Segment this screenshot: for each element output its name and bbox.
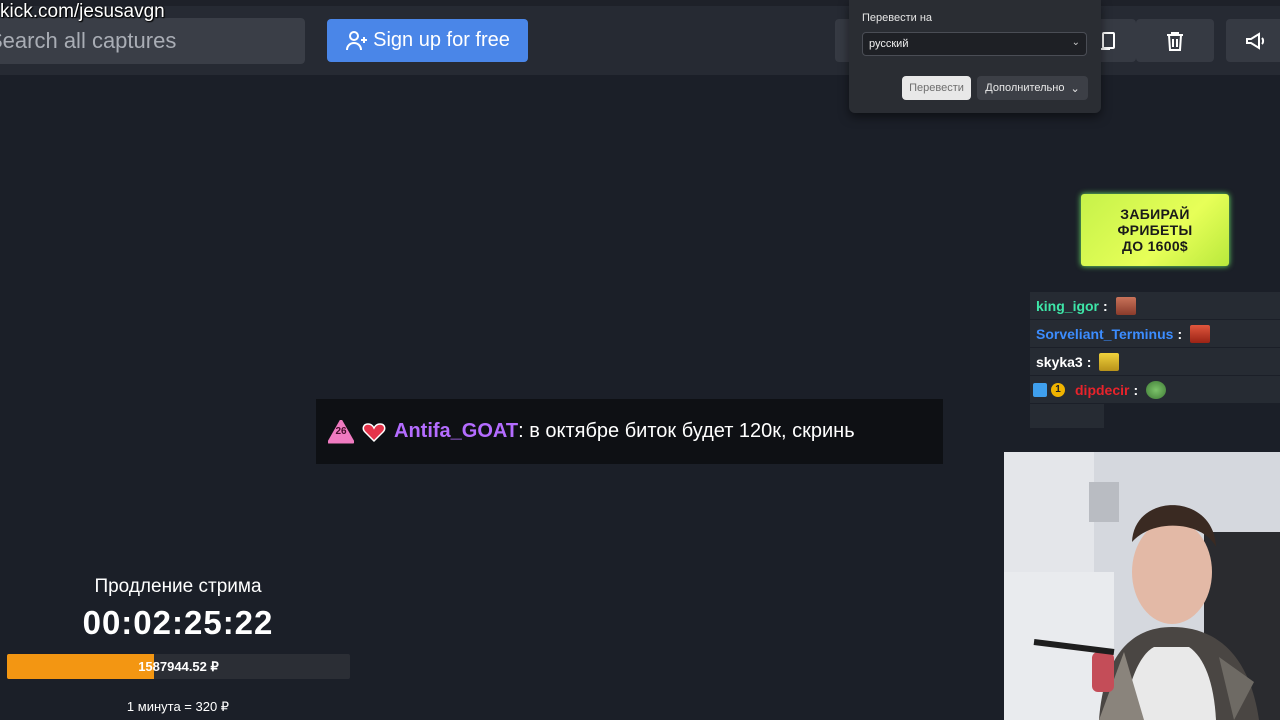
emote-icon	[1115, 296, 1136, 315]
stream-timer: 00:02:25:22	[82, 604, 274, 641]
featured-chat-message: 26 Antifa_GOAT: в октябре биток будет 12…	[316, 399, 943, 464]
search-box[interactable]	[0, 18, 305, 64]
chat-message: Sorveliant_Terminus :	[1030, 320, 1280, 347]
featured-username: Antifa_GOAT	[394, 420, 519, 442]
chat-separator: :	[1177, 325, 1183, 342]
megaphone-icon	[1246, 31, 1265, 50]
trash-icon	[1167, 31, 1183, 51]
emote-icon	[1190, 324, 1211, 343]
progress-amount: 1587944.52 ₽	[138, 658, 219, 674]
sub-months: 26	[335, 425, 347, 437]
more-options-label: Дополнительно	[985, 82, 1065, 94]
subscriber-badge-icon: 26	[327, 419, 355, 444]
chevron-down-icon: ⌄	[1071, 37, 1080, 48]
chat-username: Sorveliant_Terminus	[1036, 325, 1174, 342]
chat-message: 1 dipdecir :	[1030, 376, 1280, 403]
announce-button[interactable]	[1226, 19, 1280, 62]
language-select[interactable]: русский ⌄	[862, 32, 1087, 56]
gift-badge-icon: 1	[1051, 382, 1065, 397]
freebet-promo-banner[interactable]: ЗАБИРАЙ ФРИБЕТЫ ДО 1600$	[1081, 194, 1229, 266]
verified-badge-icon	[1033, 382, 1047, 397]
chat-overlay: king_igor : Sorveliant_Terminus : skyka3…	[1030, 292, 1280, 428]
webcam-image	[1004, 452, 1280, 720]
chat-separator: :	[1086, 353, 1092, 370]
search-input[interactable]	[0, 18, 305, 64]
delete-button[interactable]	[1136, 19, 1214, 62]
sign-up-button[interactable]: Sign up for free	[327, 19, 528, 62]
webcam-feed	[1004, 452, 1280, 720]
chat-username: dipdecir	[1075, 381, 1130, 398]
chat-username: skyka3	[1036, 353, 1083, 370]
more-options-button[interactable]: Дополнительно ⌄	[977, 76, 1088, 100]
sign-up-label: Sign up for free	[373, 29, 510, 51]
donation-progress-bar: 1587944.52 ₽	[7, 654, 350, 679]
chat-message: skyka3 :	[1030, 348, 1280, 375]
emote-icon	[1099, 352, 1120, 371]
rate-info: 1 минута = 320 ₽	[126, 699, 230, 714]
frog-emote-icon	[1146, 380, 1167, 399]
translate-popup: Перевести на русский ⌄ Перевести Дополни…	[849, 0, 1101, 113]
chat-separator: :	[1133, 381, 1139, 398]
translate-button[interactable]: Перевести	[902, 76, 971, 100]
chat-username: king_igor	[1036, 297, 1100, 314]
featured-text: : в октябре биток будет 120к, скринь	[518, 420, 855, 442]
timer-title: Продление стрима	[94, 576, 262, 597]
user-plus-icon	[346, 30, 368, 50]
stream-url-overlay: kick.com/jesusavgn	[0, 1, 165, 22]
heart-icon	[362, 422, 386, 442]
chat-message: king_igor :	[1030, 292, 1280, 319]
translate-to-label: Перевести на	[862, 12, 933, 24]
chevron-down-icon: ⌄	[1070, 82, 1080, 95]
language-value: русский	[869, 38, 909, 50]
chat-separator: :	[1103, 297, 1108, 314]
chat-empty-row	[1030, 404, 1104, 428]
